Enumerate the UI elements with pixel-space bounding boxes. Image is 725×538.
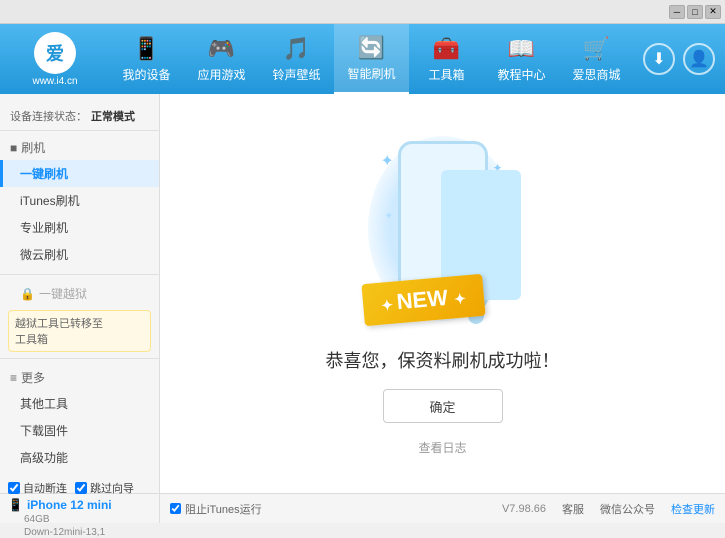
divider-1 — [0, 274, 159, 275]
sidebar-advanced[interactable]: 高级功能 — [0, 444, 159, 471]
my-device-icon: 📱 — [133, 36, 160, 62]
sidebar-cloud-flash[interactable]: 微云刷机 — [0, 241, 159, 268]
nav-right-buttons: ⬇ 👤 — [643, 43, 715, 75]
bottom-right: 阻止iTunes运行 V7.98.66 客服 微信公众号 检查更新 — [160, 494, 725, 523]
bottom-left: 自动断连 跳过向导 📱 iPhone 12 mini 64GB Down-12m… — [0, 494, 160, 523]
mall-icon: 🛒 — [583, 36, 610, 62]
auto-disconnect-checkbox[interactable]: 自动断连 — [8, 480, 67, 496]
window-controls: ─ □ ✕ — [669, 5, 721, 19]
top-nav: 爱 www.i4.cn 📱 我的设备 🎮 应用游戏 🎵 铃声壁纸 🔄 智能刷机 … — [0, 24, 725, 94]
nav-mall-label: 爱思商城 — [572, 66, 620, 83]
more-section-icon: ≡ — [10, 371, 17, 385]
toolbox-icon: 🧰 — [433, 36, 460, 62]
nav-apps-games[interactable]: 🎮 应用游戏 — [184, 24, 259, 94]
title-bar: ─ □ ✕ — [0, 0, 725, 24]
nav-ringtones-label: 铃声壁纸 — [272, 66, 320, 83]
skip-wizard-checkbox[interactable]: 跳过向导 — [75, 480, 134, 496]
check-update-link[interactable]: 检查更新 — [671, 501, 715, 517]
star-1: ✦ — [381, 151, 394, 171]
sidebar-other-tools[interactable]: 其他工具 — [0, 390, 159, 417]
device-icon: 📱 — [8, 498, 23, 512]
nav-items: 📱 我的设备 🎮 应用游戏 🎵 铃声壁纸 🔄 智能刷机 🧰 工具箱 📖 教程中心… — [100, 24, 643, 94]
tutorial-icon: 📖 — [508, 36, 535, 62]
nav-tutorial[interactable]: 📖 教程中心 — [484, 24, 559, 94]
version-label: V7.98.66 — [502, 503, 546, 515]
auto-disconnect-input[interactable] — [8, 482, 20, 494]
nav-smart-flash[interactable]: 🔄 智能刷机 — [334, 24, 409, 94]
sidebar-one-click-flash[interactable]: 一键刷机 — [0, 160, 159, 187]
sidebar-pro-flash[interactable]: 专业刷机 — [0, 214, 159, 241]
device-name: iPhone 12 mini — [27, 498, 112, 512]
bottom-bar: 自动断连 跳过向导 📱 iPhone 12 mini 64GB Down-12m… — [0, 493, 725, 523]
close-button[interactable]: ✕ — [705, 5, 721, 19]
jailbreak-notice: 越狱工具已转移至 工具箱 — [8, 310, 151, 352]
itunes-block-checkbox[interactable] — [170, 503, 181, 514]
device-info-area: 📱 iPhone 12 mini — [8, 498, 151, 512]
nav-toolbox-label: 工具箱 — [428, 66, 464, 83]
checkbox-group: 自动断连 跳过向导 — [8, 480, 151, 496]
nav-toolbox[interactable]: 🧰 工具箱 — [409, 24, 484, 94]
sidebar-itunes-flash[interactable]: iTunes刷机 — [0, 187, 159, 214]
skip-wizard-input[interactable] — [75, 482, 87, 494]
logo-area: 爱 www.i4.cn — [10, 32, 100, 87]
bottom-links: V7.98.66 客服 微信公众号 检查更新 — [502, 501, 715, 517]
wechat-link[interactable]: 微信公众号 — [600, 501, 655, 517]
flash-section: ■ 刷机 一键刷机 iTunes刷机 专业刷机 微云刷机 — [0, 135, 159, 268]
view-log-link[interactable]: 查看日志 — [418, 439, 466, 456]
status-label-text: 设备连接状态： — [10, 108, 87, 124]
device-model: Down-12mini-13,1 — [24, 527, 105, 538]
maximize-button[interactable]: □ — [687, 5, 703, 19]
new-badge: NEW — [361, 274, 485, 326]
nav-mall[interactable]: 🛒 爱思商城 — [559, 24, 634, 94]
user-button[interactable]: 👤 — [683, 43, 715, 75]
flash-section-icon: ■ — [10, 141, 17, 155]
phone-illustration: ✦ ✦ ✦ ✦ NEW — [363, 131, 523, 331]
download-button[interactable]: ⬇ — [643, 43, 675, 75]
status-value: 正常模式 — [91, 108, 135, 124]
sidebar: 设备连接状态： 正常模式 ■ 刷机 一键刷机 iTunes刷机 专业刷机 微云刷… — [0, 94, 160, 493]
star-3: ✦ — [385, 211, 393, 222]
more-section-header: ≡ 更多 — [0, 365, 159, 390]
more-section: ≡ 更多 其他工具 下载固件 高级功能 — [0, 365, 159, 471]
more-section-label: 更多 — [21, 369, 45, 386]
connection-status: 设备连接状态： 正常模式 — [0, 102, 159, 131]
nav-apps-games-label: 应用游戏 — [197, 66, 245, 83]
divider-2 — [0, 358, 159, 359]
lock-icon: 🔒 — [20, 287, 35, 301]
ringtones-icon: 🎵 — [283, 36, 310, 62]
jailbreak-section-header: 🔒 一键越狱 — [0, 281, 159, 306]
nav-smart-flash-label: 智能刷机 — [347, 65, 395, 82]
minimize-button[interactable]: ─ — [669, 5, 685, 19]
content-area: ✦ ✦ ✦ ✦ NEW 恭喜您，保资料刷机成功啦！ 确定 查看日志 — [160, 94, 725, 493]
logo-icon: 爱 — [34, 32, 76, 74]
success-card: ✦ ✦ ✦ ✦ NEW 恭喜您，保资料刷机成功啦！ 确定 查看日志 — [326, 131, 560, 456]
main-area: 设备连接状态： 正常模式 ■ 刷机 一键刷机 iTunes刷机 专业刷机 微云刷… — [0, 94, 725, 493]
customer-service-link[interactable]: 客服 — [562, 501, 584, 517]
itunes-status-area: 阻止iTunes运行 — [170, 501, 262, 517]
nav-ringtones[interactable]: 🎵 铃声壁纸 — [259, 24, 334, 94]
success-message: 恭喜您，保资料刷机成功啦！ — [326, 347, 560, 373]
nav-tutorial-label: 教程中心 — [497, 66, 545, 83]
sidebar-download-firmware[interactable]: 下载固件 — [0, 417, 159, 444]
confirm-button[interactable]: 确定 — [383, 389, 503, 423]
logo-url: www.i4.cn — [32, 76, 77, 87]
flash-section-label: 刷机 — [21, 139, 45, 156]
itunes-status-label: 阻止iTunes运行 — [185, 501, 262, 517]
apps-games-icon: 🎮 — [208, 36, 235, 62]
nav-my-device[interactable]: 📱 我的设备 — [109, 24, 184, 94]
nav-my-device-label: 我的设备 — [122, 66, 170, 83]
flash-section-header: ■ 刷机 — [0, 135, 159, 160]
jailbreak-section: 🔒 一键越狱 越狱工具已转移至 工具箱 — [0, 281, 159, 352]
smart-flash-icon: 🔄 — [358, 35, 385, 61]
